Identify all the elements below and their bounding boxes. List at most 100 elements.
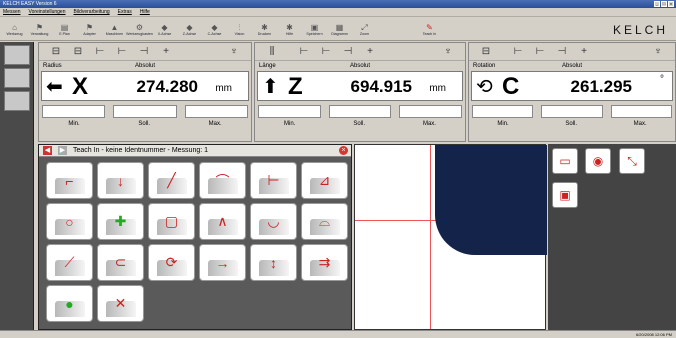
min-input[interactable] (42, 105, 106, 118)
tool-maschinen[interactable]: ▲ Maschinen (102, 17, 127, 41)
tool-drucken[interactable]: ✱ Drucken (252, 17, 277, 41)
back-arrow-icon[interactable]: ◀ (43, 146, 52, 155)
min-input[interactable] (258, 105, 321, 118)
toolbar: ⌂ Werkzeug ⚑ Verwaltung ▤ E.Plan ⚑ Adapter ▲… (0, 17, 676, 41)
tool-vision[interactable]: ⫶ Vision (227, 17, 252, 41)
menu-voreinstellungen[interactable]: Voreinstellungen (29, 8, 66, 16)
align-icon[interactable]: ⊣ (555, 46, 569, 57)
function-tile[interactable]: ⟋ (46, 244, 93, 281)
align-icon[interactable]: ⊢ (511, 46, 525, 57)
function-tile[interactable]: ⊿ (301, 162, 348, 199)
gauge-icon[interactable]: ♆ (441, 46, 455, 57)
close-button[interactable]: x (668, 1, 674, 7)
menu-hilfe[interactable]: Hilfe (140, 8, 150, 16)
function-tile[interactable]: ↕ (250, 244, 297, 281)
save-icon[interactable]: ⊟ (49, 46, 63, 57)
function-tile[interactable]: ⌓ (301, 203, 348, 240)
sidebar-tool-2[interactable] (4, 68, 30, 88)
align-icon[interactable]: ⊢ (297, 46, 311, 57)
maximize-button[interactable]: □ (661, 1, 667, 7)
soll-label: Soll. (138, 121, 150, 127)
tool-speichern[interactable]: ▣ Speichern (302, 17, 327, 41)
axis-unit: mm (215, 83, 232, 94)
function-tile[interactable]: ○ (46, 203, 93, 240)
tool-label: Zoom (359, 31, 370, 36)
function-tile[interactable]: → (199, 244, 246, 281)
tolerance-labels: Min. Soll. Max. (255, 119, 465, 131)
plus-icon[interactable]: + (363, 46, 377, 57)
axis-mode: Absolut (134, 63, 156, 69)
function-tile[interactable]: ⇉ (301, 244, 348, 281)
max-input[interactable] (610, 105, 672, 118)
align-icon[interactable]: ⊢ (93, 46, 107, 57)
function-tile[interactable]: ↓ (97, 162, 144, 199)
shortcut-tile[interactable]: ▭ (552, 148, 578, 174)
gear-icon: ✱ (286, 22, 293, 32)
gauge-icon[interactable]: ♆ (227, 46, 241, 57)
tool-z-achse[interactable]: ◆ Z-Achse (177, 17, 202, 41)
shortcut-tile[interactable]: ⤡ (619, 148, 645, 174)
tool-hilfe[interactable]: ✱ Hilfe (277, 17, 302, 41)
axis-icon: ◆ (211, 22, 218, 32)
tool-verwaltung[interactable]: ⚑ Verwaltung (27, 17, 52, 41)
gauge-icon[interactable]: ♆ (651, 46, 665, 57)
axis-toolbar: ⊟ ⊢ ⊢ ⊣ + ♆ (469, 43, 675, 61)
function-tile[interactable]: ● (46, 285, 93, 322)
save-icon[interactable]: ⊟ (479, 46, 493, 57)
function-tile[interactable]: ╱ (148, 162, 195, 199)
function-tile[interactable]: ⊂ (97, 244, 144, 281)
align-icon[interactable]: ⊢ (319, 46, 333, 57)
menu-bildverarbeitung[interactable]: Bildverarbeitung (74, 8, 110, 16)
close-icon[interactable]: × (339, 146, 348, 155)
tool-werkzeug[interactable]: ⌂ Werkzeug (2, 17, 27, 41)
shortcut-panel: ▭ ◉ ⤡ ▣ (548, 144, 676, 330)
align-icon[interactable]: ⊢ (533, 46, 547, 57)
align-icon[interactable]: ⊣ (341, 46, 355, 57)
shortcut-tile[interactable]: ▣ (552, 182, 578, 208)
soll-input[interactable] (541, 105, 603, 118)
minimize-button[interactable]: _ (654, 1, 660, 7)
brand-logo: KELCH (612, 23, 668, 37)
tool-werkzeugkasten[interactable]: ⚙ Werkzeugkasten (126, 17, 153, 41)
min-label: Min. (283, 121, 296, 127)
function-tile[interactable]: ⌐ (46, 162, 93, 199)
function-tile[interactable]: ✕ (97, 285, 144, 322)
function-tile[interactable]: ⊢ (250, 162, 297, 199)
function-tile[interactable]: ⌒ (199, 162, 246, 199)
axis-header: Länge Absolut (255, 61, 465, 71)
tool-zoom[interactable]: ⤢ Zoom (352, 17, 377, 41)
menu-messen[interactable]: Messen (3, 8, 21, 16)
tool-teach-in[interactable]: ✎ Teach In (417, 17, 442, 41)
status-time: 6/20/2008 12:06 PM (635, 332, 672, 337)
max-input[interactable] (399, 105, 463, 118)
tool-c-achse[interactable]: ◆ C-Achse (202, 17, 227, 41)
tool-diagramm[interactable]: ▦ Diagramm (327, 17, 352, 41)
tool-adapter[interactable]: ⚑ Adapter (77, 17, 102, 41)
function-tile[interactable]: ∧ (199, 203, 246, 240)
soll-input[interactable] (328, 105, 392, 118)
min-input[interactable] (472, 105, 534, 118)
menu-extras[interactable]: Extras (118, 8, 132, 16)
tool-eplan[interactable]: ▤ E.Plan (52, 17, 77, 41)
max-input[interactable] (184, 105, 248, 118)
forward-arrow-icon[interactable]: ▶ (58, 146, 67, 155)
align-icon[interactable]: ⊢ (115, 46, 129, 57)
function-tile[interactable]: ⟳ (148, 244, 195, 281)
save-icon[interactable]: ⊟ (71, 46, 85, 57)
soll-input[interactable] (113, 105, 177, 118)
camera-viewport[interactable] (354, 144, 547, 330)
function-tile[interactable]: ✚ (97, 203, 144, 240)
tool-label: Diagramm (331, 31, 348, 36)
center-icon[interactable]: ⫼ (265, 46, 279, 57)
sidebar-tool-1[interactable] (4, 45, 30, 65)
menu-bar: Messen Voreinstellungen Bildverarbeitung… (0, 8, 676, 17)
plus-icon[interactable]: + (159, 46, 173, 57)
align-icon[interactable]: ⊣ (137, 46, 151, 57)
tool-label: Werkzeug (6, 31, 23, 36)
plus-icon[interactable]: + (577, 46, 591, 57)
tool-x-achse[interactable]: ◆ X-Achse (152, 17, 177, 41)
shortcut-tile[interactable]: ◉ (585, 148, 611, 174)
sidebar-tool-3[interactable] (4, 91, 30, 111)
function-tile[interactable]: ◡ (250, 203, 297, 240)
function-tile[interactable]: ▢ (148, 203, 195, 240)
